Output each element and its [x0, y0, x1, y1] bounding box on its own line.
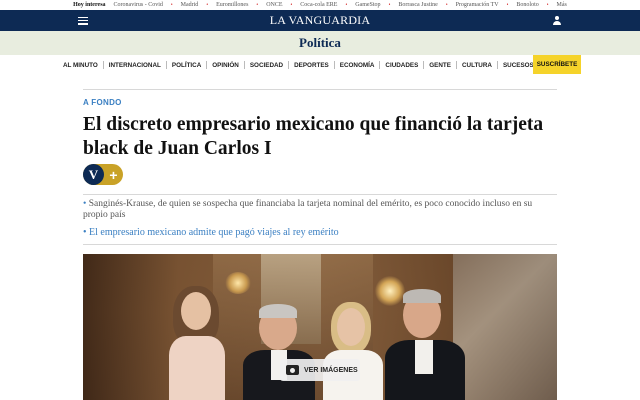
- nav-item-internacional[interactable]: INTERNACIONAL: [109, 62, 161, 69]
- bullet-icon: •: [83, 227, 87, 238]
- section-bar: Política: [0, 31, 640, 55]
- trending-item[interactable]: GameStop: [355, 2, 380, 8]
- user-icon[interactable]: [552, 15, 562, 26]
- site-logo[interactable]: LA VANGUARDIA: [270, 13, 371, 28]
- photo-person: [337, 308, 365, 346]
- photo-chandelier: [225, 272, 251, 294]
- article-summary: • Sanginés-Krause, de quien se sospecha …: [83, 199, 557, 221]
- photo-marble: [453, 254, 557, 400]
- nav-item-sociedad[interactable]: SOCIEDAD: [250, 62, 283, 69]
- trending-item[interactable]: Euromillones: [216, 2, 248, 8]
- trending-bar: Hoy interesa Coronavirus - Covid • Madrid…: [0, 0, 640, 10]
- premium-badge[interactable]: V +: [83, 164, 123, 185]
- nav-item-gente[interactable]: GENTE: [429, 62, 451, 69]
- article-headline: El discreto empresario mexicano que fina…: [83, 114, 544, 159]
- trending-item[interactable]: Coronavirus - Covid: [114, 2, 163, 8]
- photo-person: [181, 292, 211, 330]
- nav-item-cultura[interactable]: CULTURA: [462, 62, 492, 69]
- photo-chandelier: [375, 276, 405, 306]
- nav-item-opinion[interactable]: OPINIÓN: [212, 62, 239, 69]
- premium-badge-letter: V: [83, 164, 104, 185]
- photo-person: [415, 340, 433, 374]
- trending-item[interactable]: Bonoloto: [516, 2, 538, 8]
- trending-lead: Hoy interesa: [73, 2, 106, 8]
- nav-item-politica[interactable]: POLÍTICA: [172, 62, 201, 69]
- premium-badge-plus: +: [109, 166, 118, 183]
- trending-item[interactable]: ONCE: [266, 2, 282, 8]
- article-kicker: A FONDO: [83, 98, 122, 107]
- divider: [83, 194, 557, 195]
- masthead: LA VANGUARDIA: [0, 10, 640, 31]
- article-summary-text: Sanginés-Krause, de quien se sospecha qu…: [83, 199, 533, 220]
- camera-icon: [286, 365, 299, 375]
- trending-item[interactable]: Borrasca Justine: [398, 2, 438, 8]
- trending-item[interactable]: Programación TV: [456, 2, 499, 8]
- nav-item-economia[interactable]: ECONOMÍA: [340, 62, 375, 69]
- nav-item-al-minuto[interactable]: AL MINUTO: [63, 62, 98, 69]
- divider: [83, 89, 557, 90]
- subscribe-button[interactable]: SUSCRÍBETE: [533, 55, 581, 74]
- nav-item-sucesos[interactable]: SUCESOS: [503, 62, 534, 69]
- bullet-icon: •: [83, 199, 87, 209]
- nav-item-deportes[interactable]: DEPORTES: [294, 62, 329, 69]
- hamburger-icon[interactable]: [78, 16, 88, 25]
- nav-item-ciudades[interactable]: CIUDADES: [385, 62, 418, 69]
- section-title[interactable]: Política: [299, 35, 341, 51]
- trending-item-more[interactable]: Más: [557, 2, 567, 8]
- related-link-text[interactable]: El empresario mexicano admite que pagó v…: [89, 227, 339, 238]
- photo-person: [169, 336, 225, 400]
- trending-item[interactable]: Coca-cola ERE: [300, 2, 337, 8]
- photo-person: [259, 304, 297, 318]
- related-link[interactable]: • El empresario mexicano admite que pagó…: [83, 227, 339, 238]
- view-images-button[interactable]: VER IMÁGENES: [280, 359, 360, 381]
- trending-item[interactable]: Madrid: [181, 2, 199, 8]
- view-images-label: VER IMÁGENES: [304, 366, 358, 374]
- photo-person: [403, 289, 441, 303]
- divider: [83, 244, 557, 245]
